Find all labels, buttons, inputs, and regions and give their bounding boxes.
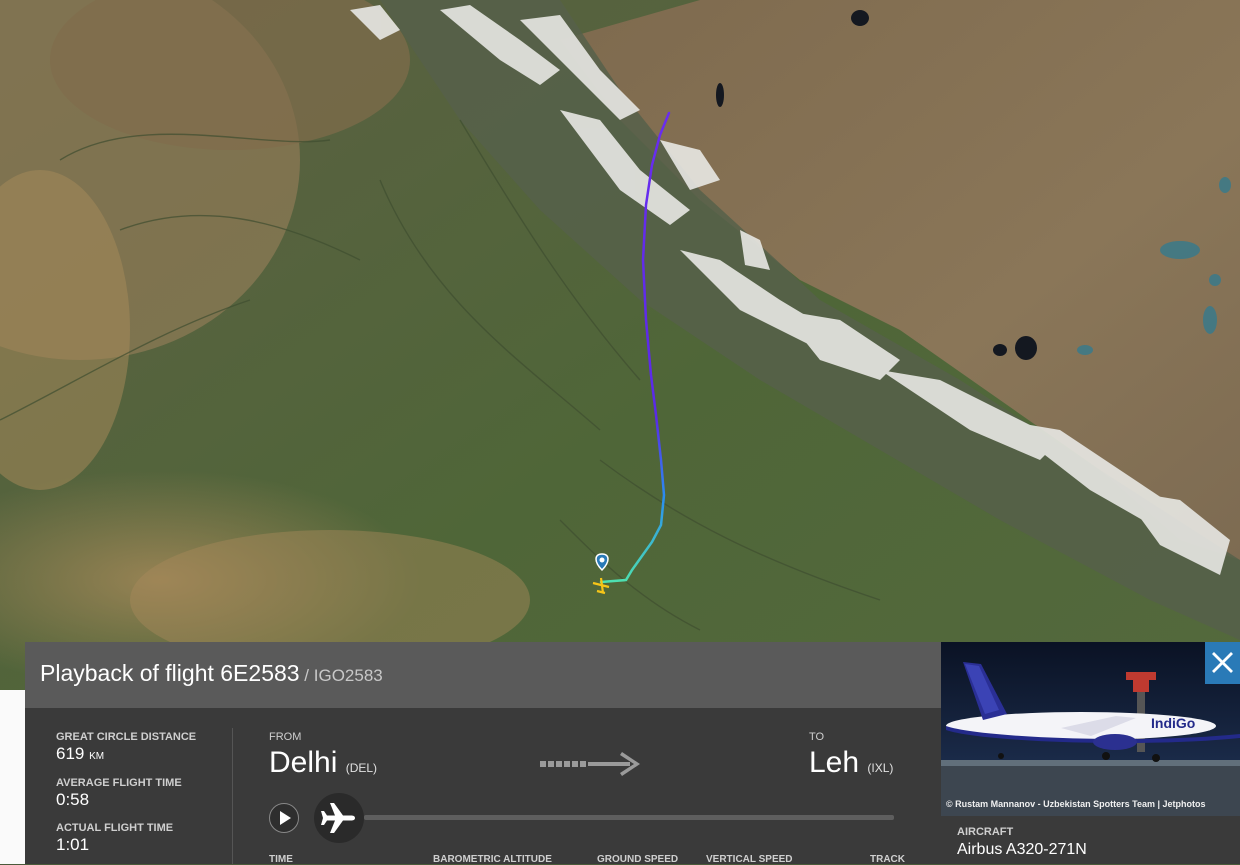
play-icon (280, 811, 291, 825)
avg-time-value: 0:58 (56, 790, 90, 809)
column-track: TRACK (870, 854, 905, 865)
destination-city: Leh (IXL) (809, 746, 893, 780)
flight-stats: GREAT CIRCLE DISTANCE 619 KM AVERAGE FLI… (25, 708, 233, 864)
destination-city-name: Leh (809, 746, 860, 779)
timeline-handle[interactable] (314, 793, 364, 843)
actual-time-label: ACTUAL FLIGHT TIME (56, 822, 174, 834)
plane-icon (321, 803, 355, 833)
divider (232, 728, 233, 864)
aircraft-photo[interactable]: IndiGo © Rustam Mannanov - Uzbekistan Sp… (941, 642, 1240, 816)
close-icon (1212, 652, 1233, 673)
origin-code: (DEL) (345, 761, 378, 775)
avg-time-label: AVERAGE FLIGHT TIME (56, 777, 182, 789)
column-vertical-speed: VERTICAL SPEED (706, 854, 793, 865)
distance-value: 619 KM (56, 744, 104, 764)
page-edge (0, 690, 25, 864)
panel-title: Playback of flight 6E2583 / IGO2583 (40, 660, 383, 687)
from-label: FROM (269, 731, 302, 743)
flight-number: 6E2583 (220, 660, 300, 686)
column-time: TIME (269, 854, 293, 865)
aircraft-label: AIRCRAFT (957, 826, 1014, 838)
close-button[interactable] (1205, 642, 1240, 684)
livery-text: IndiGo (1151, 715, 1195, 731)
actual-time-value: 1:01 (56, 835, 90, 854)
column-altitude: BAROMETRIC ALTITUDE (433, 854, 552, 865)
aircraft-info: AIRCRAFT Airbus A320-271N (941, 816, 1240, 864)
distance-number: 619 (56, 744, 85, 763)
playback-panel: Playback of flight 6E2583 / IGO2583 GREA… (25, 642, 941, 865)
column-ground-speed: GROUND SPEED (597, 854, 679, 865)
aircraft-model: Airbus A320-271N (957, 841, 1087, 858)
timeline-track[interactable] (364, 815, 894, 820)
origin-city: Delhi (DEL) (269, 746, 377, 780)
destination-code: (IXL) (867, 761, 894, 775)
callsign: / IGO2583 (299, 666, 383, 685)
photo-credit[interactable]: © Rustam Mannanov - Uzbekistan Spotters … (946, 799, 1206, 809)
to-label: TO (809, 731, 825, 743)
aircraft-image: IndiGo (941, 642, 1240, 816)
distance-label: GREAT CIRCLE DISTANCE (56, 731, 197, 743)
title-prefix: Playback of flight (40, 660, 214, 686)
origin-city-name: Delhi (269, 746, 338, 779)
play-button[interactable] (269, 803, 299, 833)
panel-header: Playback of flight 6E2583 / IGO2583 (25, 642, 941, 708)
route-arrow-icon (540, 752, 640, 776)
distance-unit: KM (89, 751, 105, 762)
